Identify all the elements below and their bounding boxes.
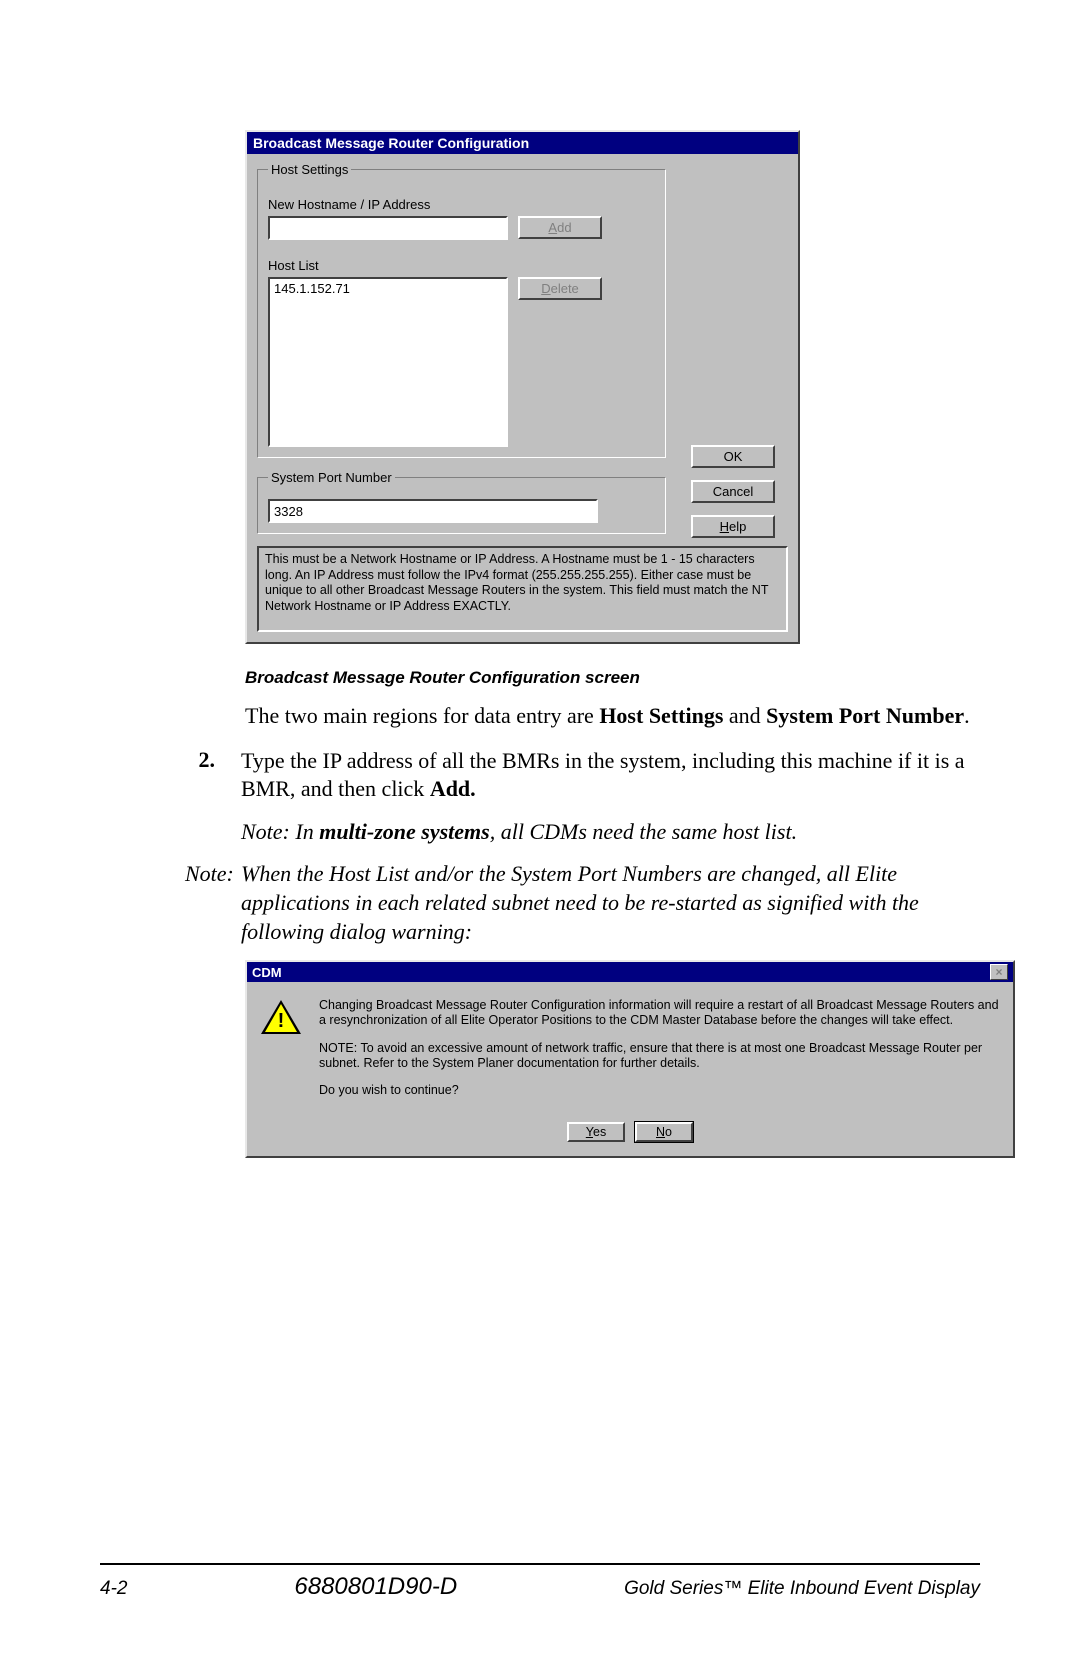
host-list-label: Host List [268,258,655,273]
intro-paragraph: The two main regions for data entry are … [245,702,980,731]
ok-button[interactable]: OK [691,445,775,468]
bmr-config-dialog: Broadcast Message Router Configuration H… [245,130,800,644]
help-button[interactable]: Help [691,515,775,538]
footer-doc-title: Gold Series™ Elite Inbound Event Display [624,1578,980,1600]
figure-caption: Broadcast Message Router Configuration s… [245,668,980,688]
bmr-dialog-title: Broadcast Message Router Configuration [247,132,798,154]
delete-button[interactable]: Delete [518,277,602,300]
host-settings-group: Host Settings New Hostname / IP Address … [257,162,666,458]
system-port-input[interactable] [268,499,598,523]
note-multizone: Note: In multi-zone systems, all CDMs ne… [241,818,980,847]
host-list[interactable]: 145.1.152.71 [268,277,508,447]
footer-page-number: 4-2 [100,1578,127,1600]
cdm-dialog-title: CDM [252,965,282,980]
system-port-group: System Port Number [257,470,666,534]
note-restart: Note: When the Host List and/or the Syst… [185,860,980,946]
add-button[interactable]: Add [518,216,602,239]
step-2: 2. Type the IP address of all the BMRs i… [145,747,980,804]
footer-doc-id: 6880801D90-D [294,1573,457,1601]
host-list-item[interactable]: 145.1.152.71 [274,281,502,296]
new-hostname-input[interactable] [268,216,508,240]
host-settings-legend: Host Settings [268,162,351,177]
new-hostname-label: New Hostname / IP Address [268,197,655,212]
yes-button[interactable]: Yes [567,1122,625,1142]
context-help-text: This must be a Network Hostname or IP Ad… [257,546,788,632]
no-button[interactable]: No [635,1122,693,1142]
system-port-legend: System Port Number [268,470,395,485]
page-footer: 4-2 6880801D90-D Gold Series™ Elite Inbo… [100,1563,980,1601]
cancel-button[interactable]: Cancel [691,480,775,503]
cdm-warning-dialog: CDM × ! Changing Broadcast Message Route… [245,960,1015,1158]
step-number: 2. [189,747,215,804]
cdm-warning-text: Changing Broadcast Message Router Config… [319,998,999,1110]
close-icon[interactable]: × [990,964,1008,980]
step-body: Type the IP address of all the BMRs in t… [241,747,980,804]
warning-icon: ! [261,1000,301,1036]
